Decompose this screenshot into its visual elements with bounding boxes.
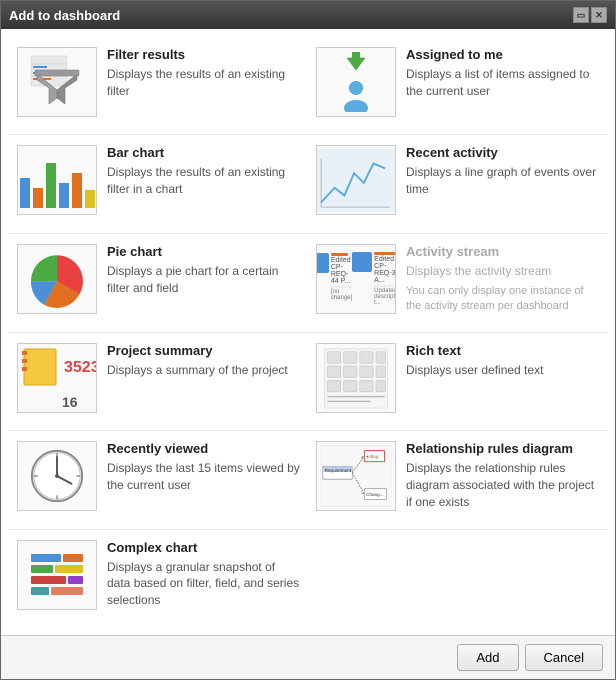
- pie-chart-title: Pie chart: [107, 244, 300, 259]
- item-complex-chart[interactable]: Complex chart Displays a granular snapsh…: [9, 530, 308, 627]
- item-rich-text[interactable]: Rich text Displays user defined text: [308, 333, 607, 431]
- item-bar-chart[interactable]: Bar chart Displays the results of an exi…: [9, 135, 308, 233]
- rich-text-desc: Displays user defined text: [406, 362, 599, 379]
- item-activity-stream[interactable]: Edited CP-REQ-44 P... [no change] Edited…: [308, 234, 607, 333]
- project-summary-title: Project summary: [107, 343, 300, 358]
- recent-activity-title: Recent activity: [406, 145, 599, 160]
- svg-text:Requirement: Requirement: [325, 468, 352, 473]
- bar-chart-desc: Displays the results of an existing filt…: [107, 164, 300, 198]
- filter-results-text: Filter results Displays the results of a…: [107, 47, 300, 100]
- activity-stream-desc: Displays the activity stream: [406, 263, 599, 280]
- rich-text-title: Rich text: [406, 343, 599, 358]
- project-summary-text: Project summary Displays a summary of th…: [107, 343, 300, 379]
- activity-stream-icon: Edited CP-REQ-44 P... [no change] Edited…: [316, 244, 396, 314]
- restore-button[interactable]: ▭: [573, 7, 589, 23]
- relationship-rules-icon: Requirement ● Bug Chang...: [316, 441, 396, 511]
- svg-text:● Bug: ● Bug: [366, 454, 379, 459]
- recent-activity-text: Recent activity Displays a line graph of…: [406, 145, 599, 198]
- complex-chart-desc: Displays a granular snapshot of data bas…: [107, 559, 300, 609]
- rich-text-text: Rich text Displays user defined text: [406, 343, 599, 379]
- dialog-title: Add to dashboard: [9, 8, 120, 23]
- complex-chart-text: Complex chart Displays a granular snapsh…: [107, 540, 300, 609]
- item-recently-viewed[interactable]: Recently viewed Displays the last 15 ite…: [9, 431, 308, 529]
- rich-text-icon: [316, 343, 396, 413]
- item-relationship-rules[interactable]: Requirement ● Bug Chang... Relationship: [308, 431, 607, 529]
- recent-activity-icon: [316, 145, 396, 215]
- project-summary-icon: 3523 16: [17, 343, 97, 413]
- recently-viewed-icon: [17, 441, 97, 511]
- footer: Add Cancel: [1, 635, 615, 679]
- pie-chart-text: Pie chart Displays a pie chart for a cer…: [107, 244, 300, 297]
- title-bar: Add to dashboard ▭ ✕: [1, 1, 615, 29]
- recently-viewed-text: Recently viewed Displays the last 15 ite…: [107, 441, 300, 494]
- relationship-rules-desc: Displays the relationship rules diagram …: [406, 460, 599, 510]
- items-grid: Filter results Displays the results of a…: [1, 29, 615, 635]
- bar-chart-text: Bar chart Displays the results of an exi…: [107, 145, 300, 198]
- project-summary-desc: Displays a summary of the project: [107, 362, 300, 379]
- item-recent-activity[interactable]: Recent activity Displays a line graph of…: [308, 135, 607, 233]
- pie-chart-icon: [17, 244, 97, 314]
- item-filter-results[interactable]: Filter results Displays the results of a…: [9, 37, 308, 135]
- assigned-to-me-text: Assigned to me Displays a list of items …: [406, 47, 599, 100]
- assigned-to-me-title: Assigned to me: [406, 47, 599, 62]
- svg-text:Chang...: Chang...: [366, 492, 383, 497]
- recently-viewed-desc: Displays the last 15 items viewed by the…: [107, 460, 300, 494]
- filter-results-title: Filter results: [107, 47, 300, 62]
- activity-stream-title: Activity stream: [406, 244, 599, 259]
- filter-results-icon: [17, 47, 97, 117]
- filter-results-desc: Displays the results of an existing filt…: [107, 66, 300, 100]
- dialog: Add to dashboard ▭ ✕: [0, 0, 616, 680]
- item-pie-chart[interactable]: Pie chart Displays a pie chart for a cer…: [9, 234, 308, 333]
- assigned-to-me-icon: [316, 47, 396, 117]
- close-button[interactable]: ✕: [591, 7, 607, 23]
- item-assigned-to-me[interactable]: Assigned to me Displays a list of items …: [308, 37, 607, 135]
- title-bar-controls: ▭ ✕: [573, 7, 607, 23]
- add-button[interactable]: Add: [457, 644, 518, 671]
- recently-viewed-title: Recently viewed: [107, 441, 300, 456]
- activity-stream-text: Activity stream Displays the activity st…: [406, 244, 599, 315]
- recent-activity-desc: Displays a line graph of events over tim…: [406, 164, 599, 198]
- assigned-to-me-desc: Displays a list of items assigned to the…: [406, 66, 599, 100]
- relationship-rules-title: Relationship rules diagram: [406, 441, 599, 456]
- relationship-rules-text: Relationship rules diagram Displays the …: [406, 441, 599, 510]
- pie-chart-desc: Displays a pie chart for a certain filte…: [107, 263, 300, 297]
- item-project-summary[interactable]: 3523 16 Project summary Displays a summa…: [9, 333, 308, 431]
- cancel-button[interactable]: Cancel: [525, 644, 603, 671]
- complex-chart-icon: [17, 540, 97, 610]
- bar-chart-icon: [17, 145, 97, 215]
- bar-chart-title: Bar chart: [107, 145, 300, 160]
- complex-chart-title: Complex chart: [107, 540, 300, 555]
- activity-stream-extra: You can only display one instance of the…: [406, 284, 599, 315]
